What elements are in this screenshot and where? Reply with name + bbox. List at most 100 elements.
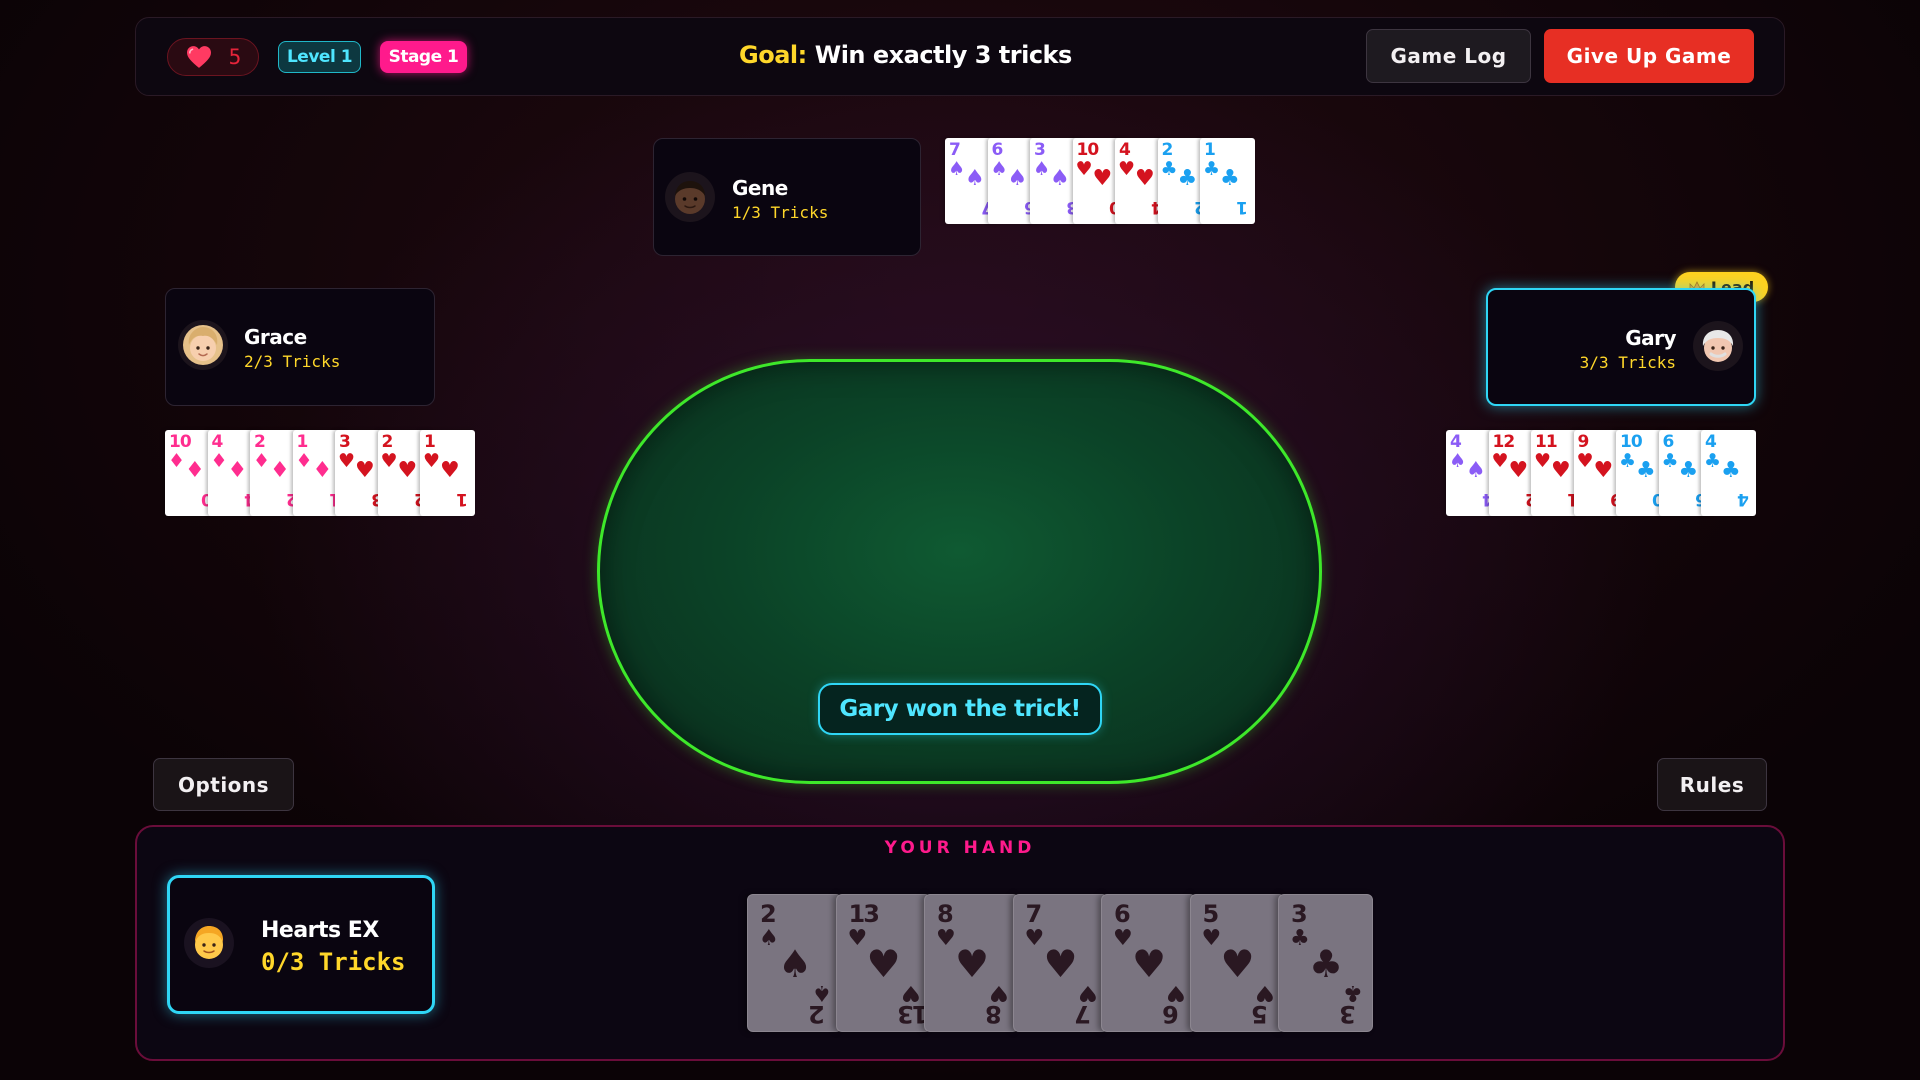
card-suit: ♥ (1113, 926, 1133, 951)
avatar-gary-icon (1702, 330, 1734, 362)
trick-result-message: Gary won the trick! (818, 683, 1102, 735)
card-rank: 5 (1252, 1000, 1268, 1028)
card-suit: ♦ (295, 450, 313, 472)
card-suit: ♥ (866, 942, 901, 986)
card-suit: ♥ (1118, 158, 1136, 180)
card-rank: 6 (1662, 432, 1675, 452)
card-rank: 1 (296, 432, 309, 452)
card-suit: ♦ (210, 450, 228, 472)
card-suit: ♠ (948, 158, 966, 180)
lives-indicator: 5 (167, 38, 259, 76)
card-suit: ♥ (397, 458, 418, 483)
hand-card[interactable]: 2 ♠ ♠ ♠ 2 (747, 894, 842, 1032)
card-rank: 12 (1492, 432, 1516, 452)
card-suit: ♥ (1576, 450, 1594, 472)
card-rank: 2 (810, 1000, 825, 1028)
player-name: Hearts EX (261, 918, 379, 943)
gary-cards: 4♠♠412♥♥1211♥♥119♥♥910♣♣106♣♣64♣♣4 (1446, 430, 1756, 516)
avatar (1693, 321, 1743, 371)
card-suit: ♣ (1721, 458, 1741, 483)
card-suit: ♥ (1135, 166, 1155, 191)
card-rank: 4 (1705, 432, 1717, 452)
card-suit: ♠ (759, 926, 779, 951)
card-rank: 1 (1236, 197, 1248, 217)
card-suit: ♥ (380, 450, 398, 472)
card-suit: ♥ (1075, 158, 1093, 180)
card-suit: ♥ (1508, 458, 1529, 483)
grace-cards: 10♦♦104♦♦42♦♦21♦♦13♥♥32♥♥21♥♥1 (165, 430, 475, 516)
card-suit: ♥ (936, 926, 956, 951)
top-bar: 5 Level 1 Stage 1 Goal: Win exactly 3 tri… (135, 17, 1785, 96)
options-button[interactable]: Options (153, 758, 294, 811)
playing-card: 1 ♥ ♥ 1 (420, 430, 475, 516)
your-hand-panel: YOUR HAND Hearts EX 0/3 Tricks 2 ♠ ♠ ♠ 2 13 ♥ ♥… (135, 825, 1785, 1061)
card-suit: ♠ (1033, 158, 1051, 180)
card-rank: 11 (1535, 432, 1558, 452)
game-log-button[interactable]: Game Log (1366, 29, 1531, 83)
card-suit: ♠ (778, 942, 813, 986)
opponent-grace: Grace 2/3 Tricks (165, 288, 435, 406)
player-name: Gene (732, 176, 788, 200)
hand-title: YOUR HAND (884, 838, 1036, 858)
opponent-gene: Gene 1/3 Tricks (653, 138, 921, 256)
avatar-you-icon (195, 926, 224, 959)
card-rank: 10 (1620, 432, 1643, 452)
card-suit: ♣ (1177, 166, 1198, 191)
card-rank: 7 (1025, 900, 1043, 928)
card-suit: ♣ (1160, 158, 1178, 180)
card-suit: ♠ (1449, 450, 1467, 472)
card-rank: 5 (1202, 900, 1220, 928)
card-suit: ♣ (1290, 926, 1310, 951)
heart-icon (186, 46, 211, 68)
card-suit: ♥ (355, 458, 375, 483)
card-rank: 2 (760, 900, 777, 928)
card-rank: 3 (339, 432, 351, 452)
card-rank: 1 (1204, 140, 1216, 160)
card-suit: ♣ (1678, 458, 1699, 483)
card-rank: 3 (1341, 1000, 1356, 1028)
card-rank: 4 (1119, 140, 1131, 160)
card-suit: ♣ (1220, 166, 1240, 191)
hand-card[interactable]: 5 ♥ ♥ ♥ 5 (1189, 894, 1285, 1032)
card-rank: 7 (949, 140, 961, 160)
card-suit: ♠ (1466, 458, 1486, 483)
card-suit: ♥ (1043, 942, 1078, 986)
card-suit: ♣ (1636, 458, 1656, 483)
card-rank: 6 (991, 140, 1004, 160)
card-rank: 10 (169, 432, 192, 452)
card-rank: 1 (456, 489, 468, 509)
opponent-gary: Gary 3/3 Tricks (1486, 288, 1756, 406)
card-rank: 4 (211, 432, 224, 452)
hand-card[interactable]: 8 ♥ ♥ ♥ 8 (924, 894, 1019, 1032)
player-name: Gary (1625, 326, 1676, 350)
card-rank: 7 (1075, 1000, 1091, 1028)
avatar (178, 320, 228, 370)
card-suit: ♥ (847, 926, 868, 951)
card-suit: ♥ (1132, 942, 1167, 986)
card-suit: ♥ (338, 450, 356, 472)
hand-card[interactable]: 7 ♥ ♥ ♥ 7 (1012, 894, 1108, 1032)
hand-card[interactable]: 3 ♣ ♣ ♣ 3 (1278, 894, 1373, 1032)
card-suit: ♥ (1024, 926, 1045, 951)
card-rank: 2 (381, 432, 394, 452)
goal-label: Goal: (739, 41, 807, 69)
give-up-game-button[interactable]: Give Up Game (1544, 29, 1754, 83)
card-suit: ♣ (1619, 450, 1637, 472)
rules-button[interactable]: Rules (1657, 758, 1767, 811)
card-suit: ♦ (185, 458, 205, 483)
player-tricks: 1/3 Tricks (732, 203, 829, 222)
card-rank: 8 (937, 900, 954, 928)
card-suit: ♦ (168, 450, 186, 472)
card-suit: ♠ (965, 166, 985, 191)
avatar (665, 172, 715, 222)
level-badge: Level 1 (278, 41, 361, 73)
card-suit: ♥ (440, 458, 460, 483)
avatar (184, 918, 234, 968)
card-suit: ♥ (1201, 926, 1222, 951)
card-rank: 2 (1161, 140, 1174, 160)
playing-card: 4 ♣ ♣ 4 (1701, 430, 1756, 516)
hand-card[interactable]: 6 ♥ ♥ ♥ 6 (1101, 894, 1196, 1032)
avatar-gene-icon (675, 181, 705, 214)
hand-card[interactable]: 13 ♥ ♥ ♥ 13 (835, 894, 931, 1032)
stage-badge: Stage 1 (380, 41, 467, 73)
